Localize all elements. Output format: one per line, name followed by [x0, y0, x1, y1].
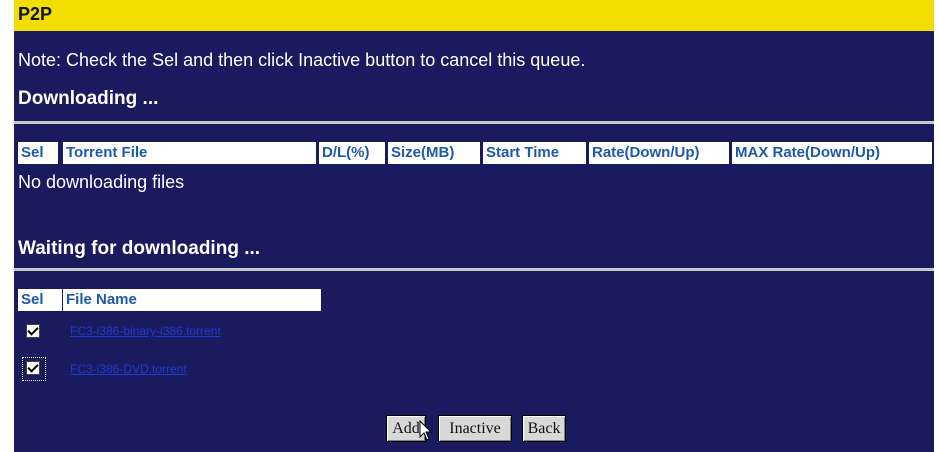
page-title: P2P: [18, 4, 53, 24]
back-button[interactable]: Back: [522, 415, 566, 442]
waiting-heading: Waiting for downloading ...: [18, 238, 261, 259]
divider: [14, 268, 934, 271]
col-torrent-file: Torrent File: [63, 142, 316, 164]
file-link[interactable]: FC3-i386-binary-i386.torrent: [70, 324, 221, 338]
downloading-heading: Downloading ...: [18, 88, 159, 109]
file-link[interactable]: FC3-i386-DVD.torrent: [70, 362, 187, 376]
title-bar: P2P: [14, 0, 934, 31]
col-file-name: File Name: [63, 289, 321, 311]
mouse-cursor-icon: [419, 420, 433, 441]
col-start-time: Start Time: [483, 142, 586, 164]
inactive-button[interactable]: Inactive: [438, 415, 512, 442]
p2p-panel: P2P Note: Check the Sel and then click I…: [14, 0, 934, 452]
col-sel: Sel: [18, 142, 58, 164]
empty-message: No downloading files: [18, 172, 185, 192]
col-rate: Rate(Down/Up): [589, 142, 729, 164]
row-checkbox[interactable]: [26, 324, 40, 338]
divider: [14, 121, 934, 124]
col-sel: Sel: [18, 289, 62, 311]
row-checkbox[interactable]: [26, 361, 40, 375]
note-text: Note: Check the Sel and then click Inact…: [18, 50, 586, 70]
col-dl-percent: D/L(%): [319, 142, 385, 164]
col-size: Size(MB): [388, 142, 480, 164]
col-max-rate: MAX Rate(Down/Up): [732, 142, 932, 164]
